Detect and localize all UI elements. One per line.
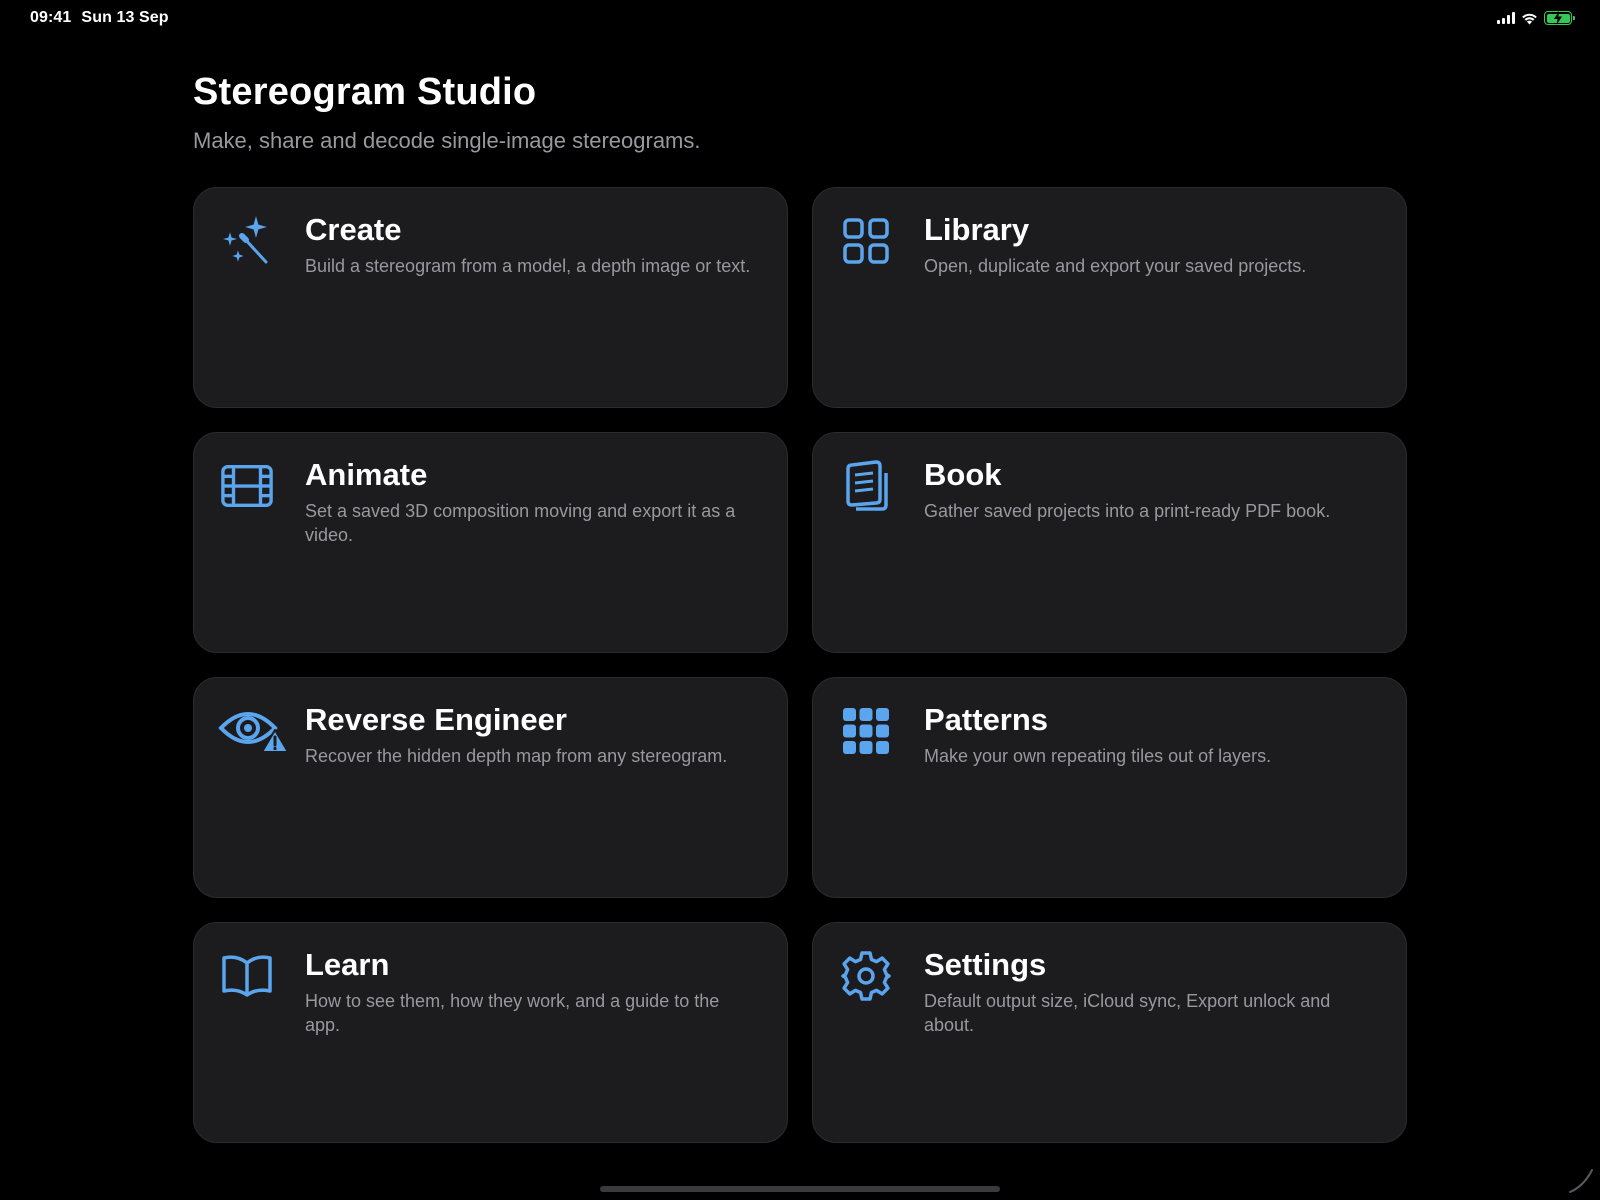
document-stack-icon bbox=[839, 459, 893, 513]
status-bar: 09:41 Sun 13 Sep bbox=[0, 0, 1600, 36]
card-title: Library bbox=[924, 212, 1030, 247]
home-screen: 09:41 Sun 13 Sep Stereogram Studio Make, … bbox=[0, 0, 1600, 1200]
cellular-signal-icon bbox=[1497, 12, 1515, 24]
status-time: 09:41 bbox=[30, 9, 72, 26]
card-description: Build a stereogram from a model, a depth… bbox=[305, 256, 751, 276]
card-library[interactable]: Library Open, duplicate and export your … bbox=[812, 187, 1407, 408]
film-icon bbox=[220, 459, 274, 513]
card-book[interactable]: Book Gather saved projects into a print-… bbox=[812, 432, 1407, 653]
card-description: How to see them, how they work, and a gu… bbox=[305, 991, 720, 1035]
card-title: Book bbox=[924, 457, 1002, 492]
card-description: Make your own repeating tiles out of lay… bbox=[924, 746, 1272, 766]
page-title: Stereogram Studio bbox=[193, 71, 537, 113]
eye-warning-icon bbox=[218, 704, 290, 758]
wifi-icon bbox=[1522, 13, 1537, 24]
book-icon bbox=[220, 949, 274, 1003]
card-description: Open, duplicate and export your saved pr… bbox=[924, 256, 1307, 276]
card-settings[interactable]: Settings Default output size, iCloud syn… bbox=[812, 922, 1407, 1143]
card-description: Gather saved projects into a print-ready… bbox=[924, 501, 1331, 521]
status-date: Sun 13 Sep bbox=[81, 9, 169, 26]
status-time-date: 09:41 Sun 13 Sep bbox=[30, 9, 169, 27]
card-title: Reverse Engineer bbox=[305, 702, 567, 737]
card-learn[interactable]: Learn How to see them, how they work, an… bbox=[193, 922, 788, 1143]
gear-icon bbox=[839, 949, 893, 1003]
grid-3x3-icon bbox=[839, 704, 893, 758]
card-description: Default output size, iCloud sync, Export… bbox=[924, 991, 1331, 1035]
pencil-hover-icon bbox=[1569, 1169, 1593, 1193]
card-animate[interactable]: Animate Set a saved 3D composition movin… bbox=[193, 432, 788, 653]
status-indicators bbox=[1497, 11, 1575, 25]
magic-wand-icon bbox=[220, 214, 274, 268]
card-description: Set a saved 3D composition moving and ex… bbox=[305, 501, 736, 545]
feature-grid: Create Build a stereogram from a model, … bbox=[193, 187, 1407, 1143]
card-description: Recover the hidden depth map from any st… bbox=[305, 746, 728, 766]
home-indicator[interactable] bbox=[600, 1186, 1000, 1192]
battery-charging-icon bbox=[1544, 11, 1575, 25]
card-create[interactable]: Create Build a stereogram from a model, … bbox=[193, 187, 788, 408]
card-title: Settings bbox=[924, 947, 1047, 982]
card-patterns[interactable]: Patterns Make your own repeating tiles o… bbox=[812, 677, 1407, 898]
card-title: Create bbox=[305, 212, 402, 247]
card-title: Patterns bbox=[924, 702, 1049, 737]
card-title: Learn bbox=[305, 947, 390, 982]
card-reverse-engineer[interactable]: Reverse Engineer Recover the hidden dept… bbox=[193, 677, 788, 898]
page-subtitle: Make, share and decode single-image ster… bbox=[193, 128, 701, 153]
card-title: Animate bbox=[305, 457, 428, 492]
grid-2x2-icon bbox=[839, 214, 893, 268]
